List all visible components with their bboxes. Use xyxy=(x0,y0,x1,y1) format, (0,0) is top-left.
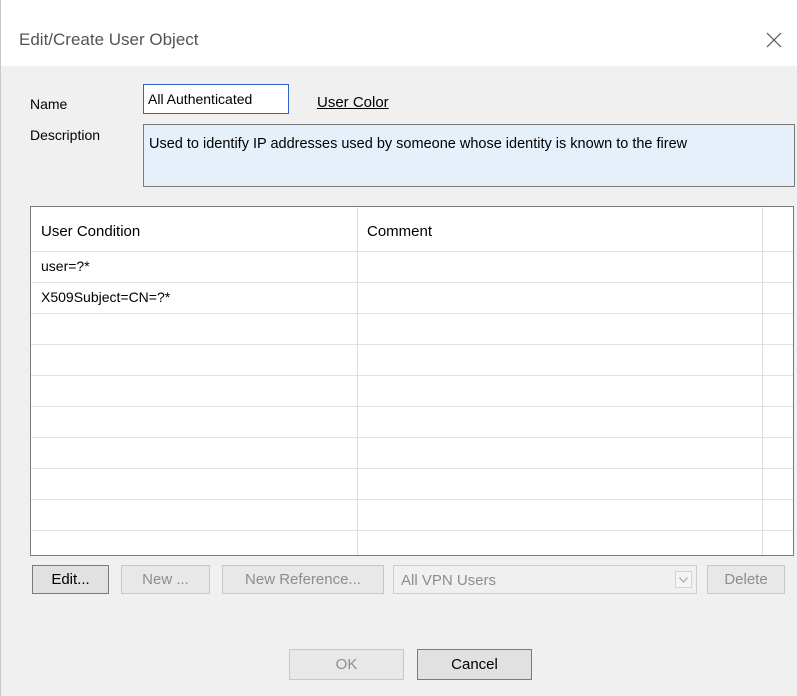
delete-button[interactable]: Delete xyxy=(707,565,785,594)
dropdown-button[interactable] xyxy=(675,571,692,588)
user-condition-cell: user=?* xyxy=(41,258,90,274)
table-row[interactable]: X509Subject=CN=?* xyxy=(31,282,793,313)
name-field[interactable]: All Authenticated xyxy=(143,84,289,114)
vpn-users-combo[interactable]: All VPN Users xyxy=(393,565,697,594)
table-row[interactable] xyxy=(31,375,793,406)
edit-user-object-dialog: Edit/Create User Object Name All Authent… xyxy=(0,0,797,696)
description-field[interactable]: Used to identify IP addresses used by so… xyxy=(143,124,795,187)
column-header-comment[interactable]: Comment xyxy=(359,207,764,243)
table-row[interactable]: user=?* xyxy=(31,251,793,282)
table-row[interactable] xyxy=(31,344,793,375)
table-row[interactable] xyxy=(31,437,793,468)
new-reference-button[interactable]: New Reference... xyxy=(222,565,384,594)
dialog-title: Edit/Create User Object xyxy=(19,30,199,49)
name-label: Name xyxy=(30,96,68,112)
description-label: Description xyxy=(30,127,101,143)
close-icon xyxy=(766,32,782,48)
new-button[interactable]: New ... xyxy=(121,565,210,594)
ok-button[interactable]: OK xyxy=(289,649,404,680)
user-condition-list[interactable]: User Condition Comment user=?* X509Subje… xyxy=(30,206,794,556)
title-bar: Edit/Create User Object xyxy=(1,0,797,66)
cancel-button[interactable]: Cancel xyxy=(417,649,532,680)
user-condition-cell: X509Subject=CN=?* xyxy=(41,289,171,305)
table-row[interactable] xyxy=(31,406,793,437)
combo-value: All VPN Users xyxy=(401,572,497,589)
column-header-user-condition[interactable]: User Condition xyxy=(31,207,359,243)
table-row[interactable] xyxy=(31,313,793,344)
table-row[interactable] xyxy=(31,468,793,499)
edit-button[interactable]: Edit... xyxy=(32,565,109,594)
close-button[interactable] xyxy=(753,20,795,60)
table-row[interactable] xyxy=(31,499,793,530)
table-row[interactable] xyxy=(31,530,793,555)
chevron-down-icon xyxy=(679,576,688,583)
user-color-link[interactable]: User Color xyxy=(317,94,389,111)
